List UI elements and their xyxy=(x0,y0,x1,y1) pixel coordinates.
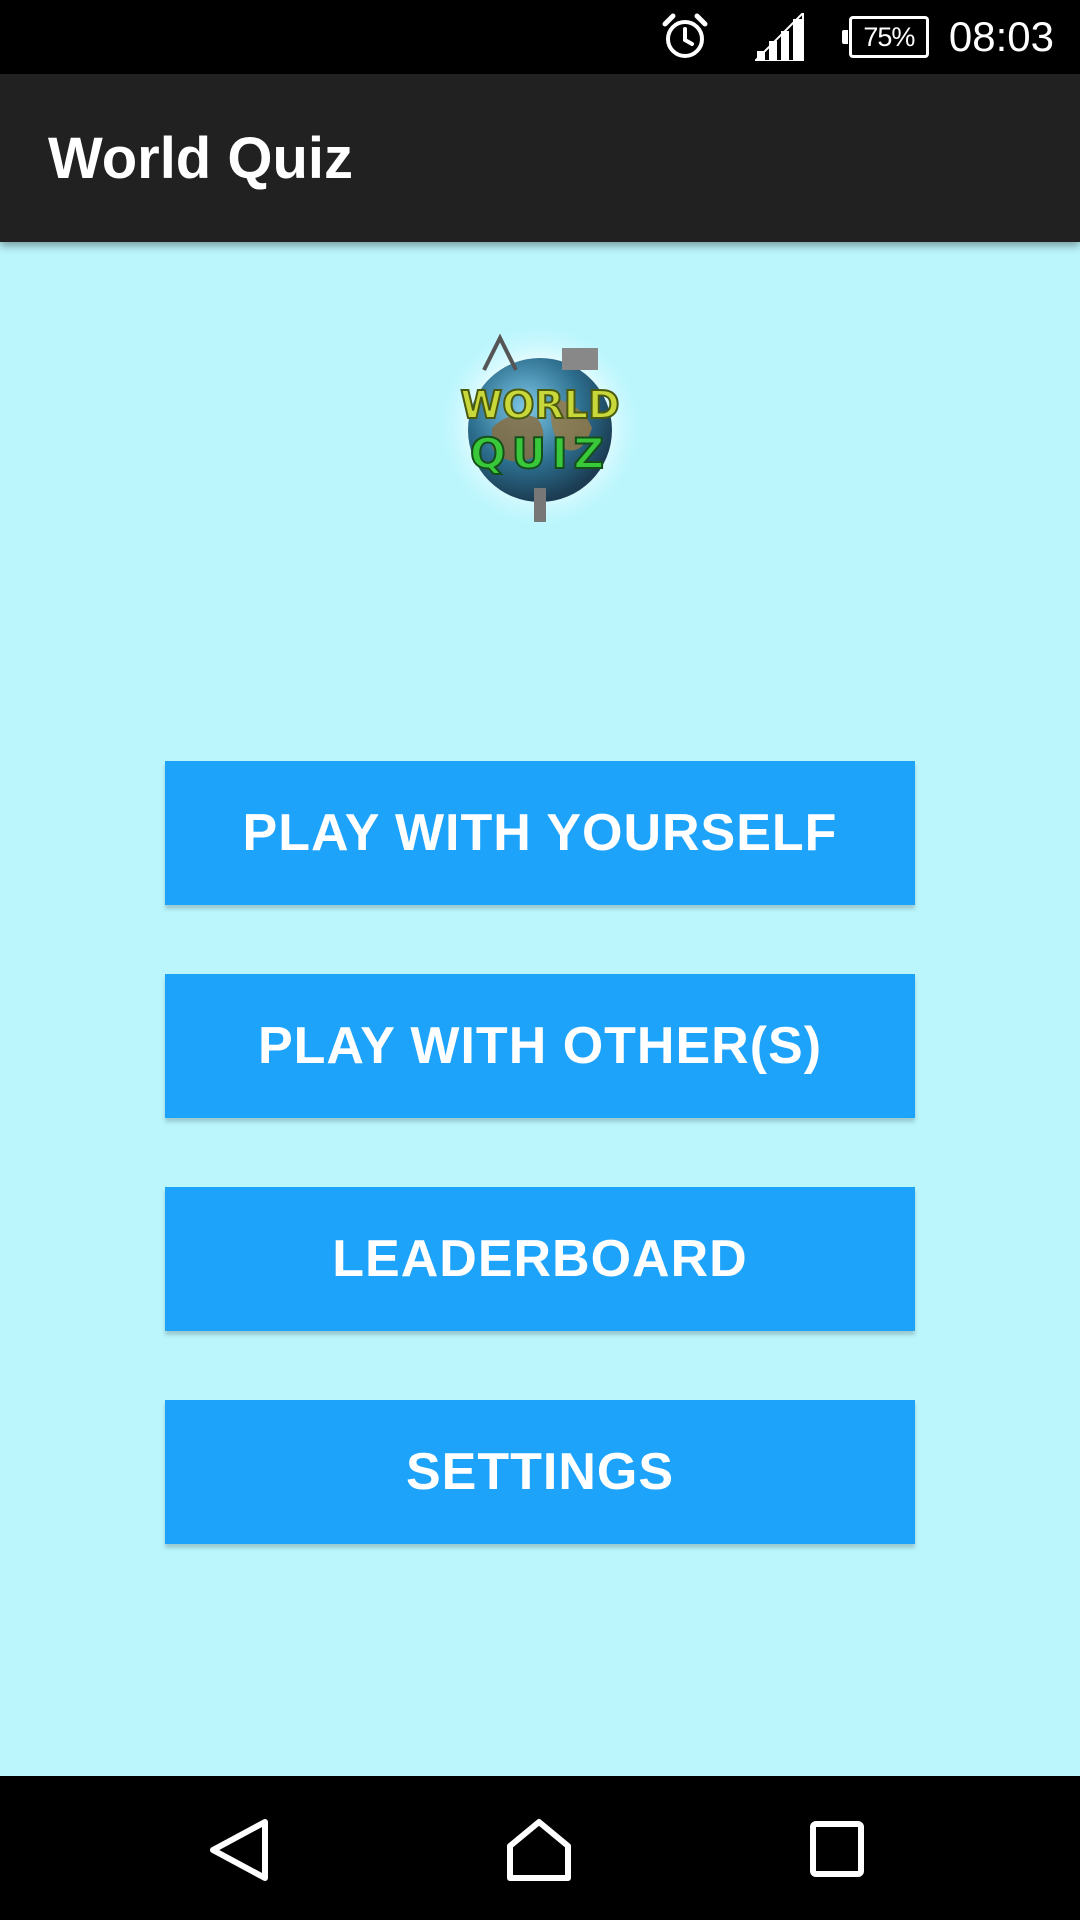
logo-text-world: WORLD xyxy=(460,383,619,427)
battery-percentage: 75% xyxy=(863,21,915,52)
settings-button[interactable]: SETTINGS xyxy=(165,1400,915,1544)
app-title: World Quiz xyxy=(48,125,354,191)
play-with-yourself-button[interactable]: PLAY WITH YOURSELF xyxy=(165,761,915,905)
app-bar: World Quiz xyxy=(0,74,1080,242)
home-icon[interactable] xyxy=(504,1818,574,1882)
leaderboard-button[interactable]: LEADERBOARD xyxy=(165,1187,915,1331)
status-bar: 75% 08:03 xyxy=(0,0,1080,74)
status-clock: 08:03 xyxy=(948,13,1054,60)
signal-icon xyxy=(754,13,809,61)
battery-icon: 75% xyxy=(841,16,929,58)
alarm-icon xyxy=(659,11,711,63)
navigation-bar xyxy=(0,1776,1080,1920)
logo-text-quiz: QUIZ xyxy=(470,429,610,478)
back-icon[interactable] xyxy=(205,1818,275,1882)
recent-apps-icon[interactable] xyxy=(805,1818,875,1882)
world-quiz-logo: WORLD QUIZ xyxy=(432,318,648,534)
play-with-others-button[interactable]: PLAY WITH OTHER(S) xyxy=(165,974,915,1118)
